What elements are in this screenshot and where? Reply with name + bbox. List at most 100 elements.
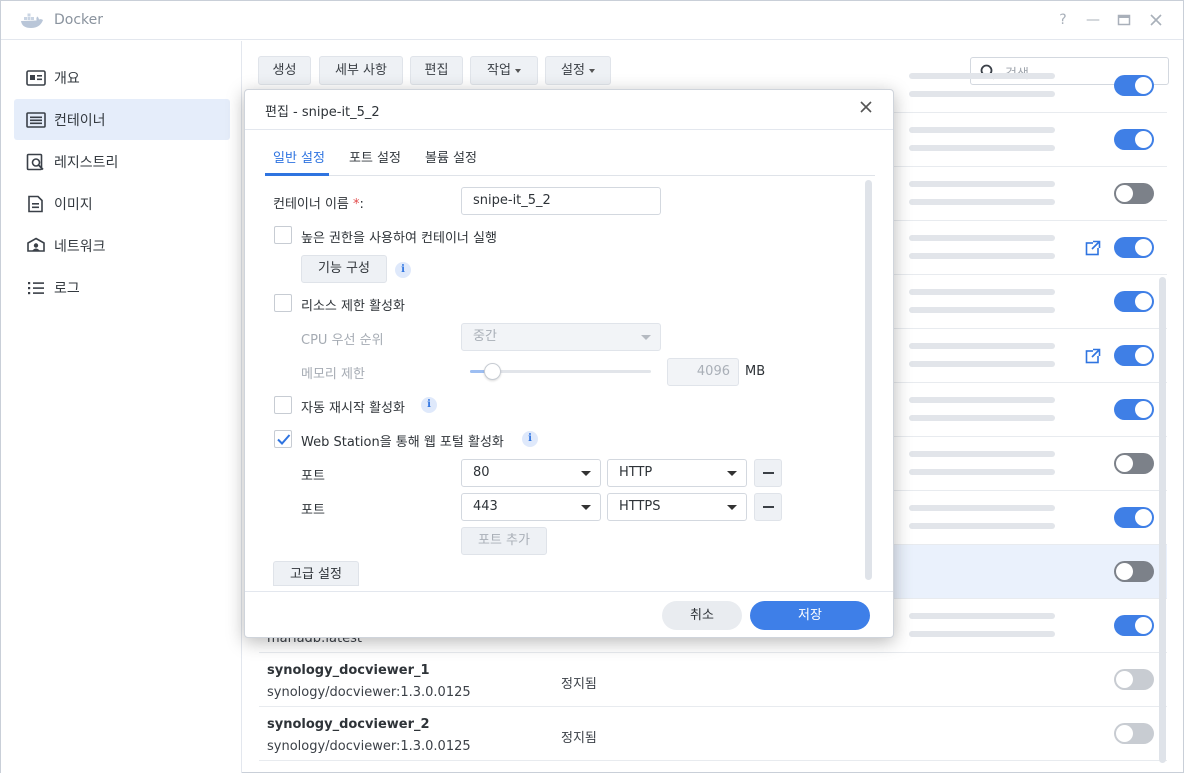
toggle-knob [1135, 401, 1152, 418]
sidebar: 개요 컨테이너 레지스트리 이미지 네트워크 로그 [1, 41, 242, 773]
memory-slider-handle[interactable] [484, 363, 501, 380]
open-link-icon[interactable] [1085, 348, 1101, 364]
toggle-knob [1116, 563, 1133, 580]
usage-bar [909, 523, 1055, 529]
info-icon[interactable]: i [522, 431, 538, 447]
save-button[interactable]: 저장 [750, 601, 870, 630]
chevron-down-icon [641, 335, 651, 340]
port-value: 443 [473, 499, 498, 514]
app-title: Docker [54, 12, 104, 28]
toggle-knob [1135, 347, 1152, 364]
resource-limit-label: 리소스 제한 활성화 [301, 299, 405, 314]
cancel-button[interactable]: 취소 [662, 601, 742, 630]
info-icon[interactable]: i [421, 397, 437, 413]
usage-bar [909, 127, 1055, 133]
capabilities-button[interactable]: 기능 구성 [301, 255, 387, 283]
usage-bar [909, 451, 1055, 457]
resource-limit-checkbox[interactable] [274, 294, 292, 312]
toggle-knob [1135, 509, 1152, 526]
container-image: synology/docviewer:1.3.0.0125 [267, 739, 471, 754]
sidebar-item-label: 로그 [54, 281, 80, 297]
open-link-icon[interactable] [1085, 240, 1101, 256]
advanced-settings-button[interactable]: 고급 설정 [273, 561, 359, 586]
sidebar-item-log[interactable]: 로그 [14, 267, 230, 308]
chevron-down-icon [727, 471, 737, 476]
cpu-priority-label: CPU 우선 순위 [301, 333, 384, 348]
divider [265, 175, 875, 176]
cpu-priority-select[interactable]: 중간 [461, 323, 661, 351]
close-icon[interactable] [858, 100, 874, 116]
port-number-select[interactable]: 80 [461, 459, 601, 487]
list-scrollbar[interactable] [1159, 277, 1166, 763]
protocol-select[interactable]: HTTP [607, 459, 747, 487]
registry-icon [26, 153, 44, 171]
close-window-icon[interactable] [1147, 11, 1165, 29]
dialog-scrollbar[interactable] [865, 180, 872, 580]
usage-bar [909, 505, 1055, 511]
chevron-down-icon [727, 505, 737, 510]
port-label: 포트 [301, 469, 325, 484]
maximize-icon[interactable] [1115, 11, 1133, 29]
log-icon [28, 282, 44, 295]
auto-restart-checkbox[interactable] [274, 396, 292, 414]
tab-port[interactable]: 포트 설정 [349, 147, 401, 166]
sidebar-item-network[interactable]: 네트워크 [14, 225, 230, 266]
usage-bar [909, 307, 1055, 313]
protocol-select[interactable]: HTTPS [607, 493, 747, 521]
run-toggle[interactable] [1114, 669, 1154, 690]
container-list-icon [26, 112, 46, 128]
usage-bar [909, 631, 1055, 637]
tab-general[interactable]: 일반 설정 [273, 147, 325, 166]
container-name-field[interactable]: snipe-it_5_2 [461, 187, 661, 215]
run-toggle[interactable] [1114, 291, 1154, 312]
web-portal-checkbox[interactable] [274, 430, 292, 448]
usage-bar [909, 289, 1055, 295]
run-toggle[interactable] [1114, 129, 1154, 150]
run-toggle[interactable] [1114, 507, 1154, 528]
usage-bar [909, 91, 1055, 97]
run-toggle[interactable] [1114, 561, 1154, 582]
remove-port-button[interactable] [754, 493, 782, 521]
info-icon[interactable]: i [395, 262, 411, 278]
port-number-select[interactable]: 443 [461, 493, 601, 521]
minimize-icon[interactable]: — [1084, 11, 1102, 29]
run-toggle[interactable] [1114, 75, 1154, 96]
container-status: 정지됨 [561, 731, 597, 746]
web-portal-label: Web Station을 통해 웹 포털 활성화 [301, 435, 504, 450]
toggle-knob [1116, 185, 1133, 202]
sidebar-item-overview[interactable]: 개요 [14, 57, 230, 98]
toggle-knob [1116, 671, 1133, 688]
run-toggle[interactable] [1114, 345, 1154, 366]
sidebar-item-image[interactable]: 이미지 [14, 183, 230, 224]
usage-bar [909, 415, 1055, 421]
privileged-checkbox[interactable] [274, 226, 292, 244]
memory-unit: MB [745, 364, 766, 379]
run-toggle[interactable] [1114, 723, 1154, 744]
table-row[interactable]: synology_docviewer_2 synology/docviewer:1… [259, 707, 1167, 761]
run-toggle[interactable] [1114, 237, 1154, 258]
table-row[interactable]: synology_docviewer_1 synology/docviewer:1… [259, 653, 1167, 707]
toggle-knob [1135, 77, 1152, 94]
usage-bar [909, 469, 1055, 475]
sidebar-item-registry[interactable]: 레지스트리 [14, 141, 230, 182]
tab-volume[interactable]: 볼륨 설정 [425, 147, 477, 166]
sidebar-item-label: 컨테이너 [54, 113, 106, 129]
run-toggle[interactable] [1114, 399, 1154, 420]
dialog-title: 편집 - snipe-it_5_2 [265, 105, 380, 120]
edit-dialog: 편집 - snipe-it_5_2 일반 설정 포트 설정 볼륨 설정 컨테이너… [244, 89, 894, 638]
chevron-down-icon [581, 505, 591, 510]
network-icon [27, 237, 45, 252]
memory-value-field[interactable]: 4096 [667, 358, 739, 386]
run-toggle[interactable] [1114, 183, 1154, 204]
remove-port-button[interactable] [754, 459, 782, 487]
sidebar-item-container[interactable]: 컨테이너 [14, 99, 230, 140]
help-icon[interactable]: ? [1054, 11, 1072, 29]
run-toggle[interactable] [1114, 453, 1154, 474]
usage-bar [909, 181, 1055, 187]
usage-bar [909, 343, 1055, 349]
docker-logo-icon [21, 13, 43, 28]
auto-restart-label: 자동 재시작 활성화 [301, 401, 405, 416]
add-port-button[interactable]: 포트 추가 [461, 527, 547, 555]
docker-window: Docker ? — 개요 컨테이너 레지스트리 이미지 네트워크 로그 생성 … [0, 0, 1184, 773]
run-toggle[interactable] [1114, 615, 1154, 636]
